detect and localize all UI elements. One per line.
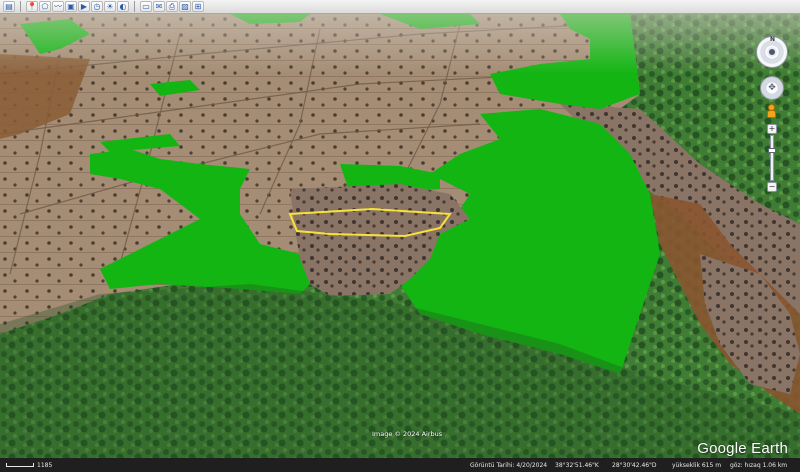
maps-icon: ⊞ <box>194 1 202 11</box>
toolbar: ▤ 📍 ⬠ 〰 ▣ ▶ ◷ ☀ ◐ ▭ ✉ ⎙ ▨ ⊞ <box>0 0 800 14</box>
navigation-controls: N ✥ + − <box>754 34 790 204</box>
record-tour-button[interactable]: ▶ <box>78 1 90 12</box>
horizon-haze <box>0 14 800 74</box>
scale-label: 1185 <box>37 461 53 469</box>
sunlight-button[interactable]: ☀ <box>104 1 116 12</box>
street-view-pegman-icon[interactable] <box>767 104 776 120</box>
longitude-readout: 28°30'42.46"D <box>612 461 657 469</box>
imagery-credit: Image © 2024 Airbus <box>372 430 443 438</box>
north-indicator[interactable]: N <box>770 36 775 43</box>
historical-imagery-button[interactable]: ◷ <box>91 1 103 12</box>
image-overlay-icon: ▣ <box>67 1 75 11</box>
pushpin-icon: 📍 <box>27 1 37 11</box>
record-tour-icon: ▶ <box>80 1 88 11</box>
elevation-readout: yükseklik 615 m <box>672 461 722 469</box>
map-viewport[interactable]: N ✥ + − Image © 2024 Airbus Google Earth <box>0 14 800 458</box>
toolbar-separator <box>134 1 135 12</box>
email-icon: ✉ <box>155 1 163 11</box>
add-image-overlay-button[interactable]: ▣ <box>65 1 77 12</box>
add-placemark-button[interactable]: 📍 <box>26 1 38 12</box>
look-joystick[interactable]: N <box>756 36 788 68</box>
terrain-scene[interactable] <box>0 14 800 458</box>
zoom-in-button[interactable]: + <box>767 124 777 134</box>
move-arrows-icon: ✥ <box>768 83 776 93</box>
move-joystick[interactable]: ✥ <box>760 76 784 100</box>
view-in-maps-button[interactable]: ⊞ <box>192 1 204 12</box>
path-icon: 〰 <box>54 1 62 11</box>
planets-icon: ◐ <box>119 1 127 11</box>
sidebar-icon: ▤ <box>5 1 13 11</box>
google-earth-logo: Google Earth <box>697 440 788 457</box>
status-bar: 1185 Görüntü Tarihi: 4/20/2024 38°32'51.… <box>0 458 800 472</box>
sun-icon: ☀ <box>106 1 114 11</box>
save-image-icon: ▨ <box>181 1 189 11</box>
ruler-icon: ▭ <box>142 1 150 11</box>
zoom-slider[interactable]: + − <box>767 124 777 194</box>
print-icon: ⎙ <box>168 1 176 11</box>
zoom-track[interactable] <box>768 135 776 181</box>
planets-button[interactable]: ◐ <box>117 1 129 12</box>
latitude-readout: 38°32'51.46"K <box>555 461 599 469</box>
add-path-button[interactable]: 〰 <box>52 1 64 12</box>
add-polygon-button[interactable]: ⬠ <box>39 1 51 12</box>
clock-icon: ◷ <box>93 1 101 11</box>
ruler-button[interactable]: ▭ <box>140 1 152 12</box>
sidebar-toggle-button[interactable]: ▤ <box>3 1 15 12</box>
eye-altitude-readout: göz: hızaq 1.06 km <box>730 461 788 469</box>
save-image-button[interactable]: ▨ <box>179 1 191 12</box>
zoom-out-button[interactable]: − <box>767 182 777 192</box>
imagery-date: Görüntü Tarihi: 4/20/2024 <box>470 461 548 469</box>
eye-icon <box>767 47 777 57</box>
zoom-thumb[interactable] <box>768 148 776 153</box>
print-button[interactable]: ⎙ <box>166 1 178 12</box>
polygon-icon: ⬠ <box>41 1 49 11</box>
toolbar-separator <box>20 1 21 12</box>
google-earth-window: ▤ 📍 ⬠ 〰 ▣ ▶ ◷ ☀ ◐ ▭ ✉ ⎙ ▨ ⊞ N ✥ + − Imag… <box>0 0 800 472</box>
email-button[interactable]: ✉ <box>153 1 165 12</box>
scale-bar <box>6 463 34 467</box>
